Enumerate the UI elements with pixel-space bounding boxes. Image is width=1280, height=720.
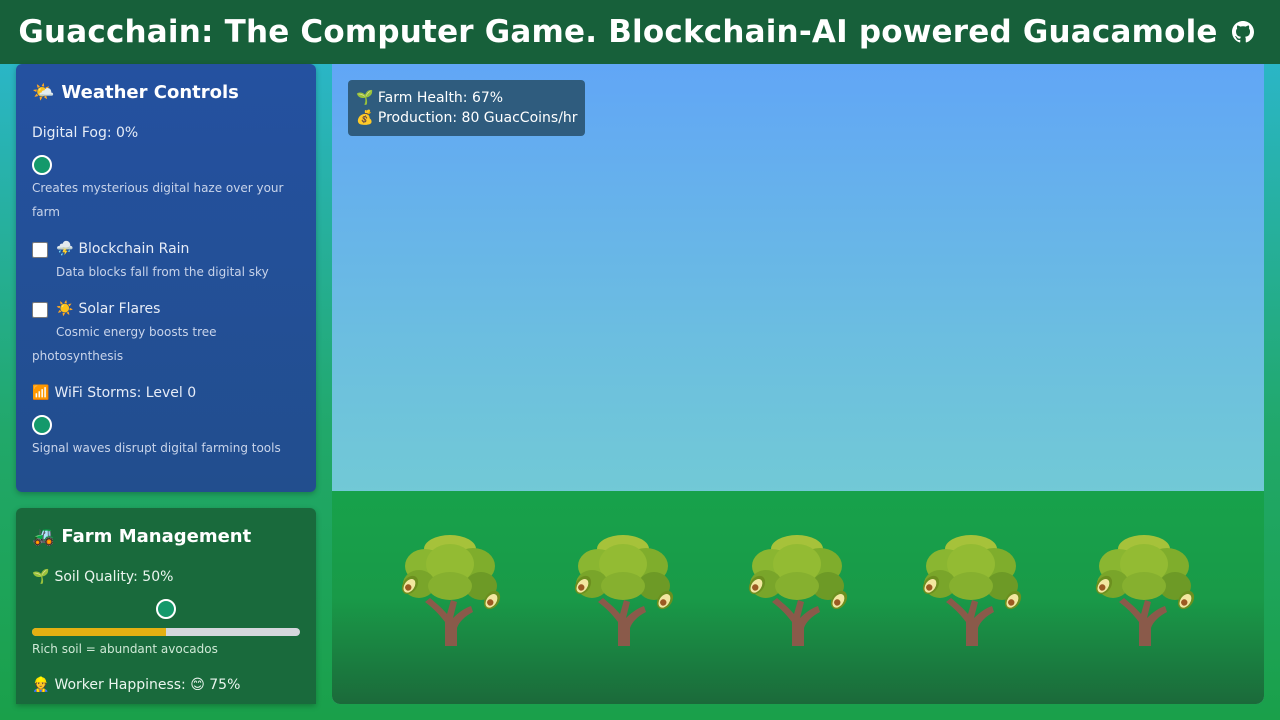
solar-flares-description-line1: Cosmic energy boosts tree <box>56 325 217 339</box>
signal-bars-icon: 📶 <box>32 385 50 401</box>
weather-controls-panel: 🌤️ Weather Controls Digital Fog: 0% Crea… <box>16 64 316 492</box>
worker-happiness-label: 👷 Worker Happiness: 😊 75% <box>32 677 241 693</box>
page-title: Guacchain: The Computer Game. Blockchain… <box>18 14 1218 50</box>
github-icon[interactable] <box>1232 21 1254 43</box>
farm-management-title: 🚜 Farm Management <box>32 526 252 547</box>
wifi-storms-label: 📶 WiFi Storms: Level 0 <box>32 385 197 401</box>
blockchain-rain-label[interactable]: ⛈️ Blockchain Rain <box>56 241 189 257</box>
storm-cloud-icon: ⛈️ <box>56 241 74 257</box>
wifi-storms-slider[interactable] <box>32 415 52 435</box>
seedling-icon: 🌱 <box>356 90 374 106</box>
wifi-storms-description: Signal waves disrupt digital farming too… <box>32 441 281 455</box>
avocado-tree[interactable] <box>1089 534 1199 649</box>
digital-fog-description: Creates mysterious digital haze over you… <box>32 181 284 219</box>
weather-controls-title: 🌤️ Weather Controls <box>32 82 239 103</box>
blockchain-rain-description: Data blocks fall from the digital sky <box>56 265 269 279</box>
tractor-icon: 🚜 <box>32 526 55 547</box>
production-stat: 💰 Production: 80 GuacCoins/hr <box>356 110 578 126</box>
avocado-tree[interactable] <box>568 534 678 649</box>
avocado-tree[interactable] <box>395 534 505 649</box>
soil-quality-bar <box>32 628 300 636</box>
sun-icon: ☀️ <box>56 301 74 317</box>
digital-fog-slider[interactable] <box>32 155 52 175</box>
avocado-tree[interactable] <box>916 534 1026 649</box>
money-bag-icon: 💰 <box>356 110 374 126</box>
farm-health-stat: 🌱 Farm Health: 67% <box>356 90 504 106</box>
blockchain-rain-checkbox[interactable] <box>32 242 48 258</box>
app-header: Guacchain: The Computer Game. Blockchain… <box>0 0 1280 64</box>
soil-quality-label: 🌱 Soil Quality: 50% <box>32 569 174 585</box>
solar-flares-label[interactable]: ☀️ Solar Flares <box>56 301 160 317</box>
farm-stats-overlay: 🌱 Farm Health: 67% 💰 Production: 80 Guac… <box>348 80 585 136</box>
solar-flares-checkbox[interactable] <box>32 302 48 318</box>
solar-flares-description-line2: photosynthesis <box>32 349 124 363</box>
digital-fog-label: Digital Fog: 0% <box>32 125 139 141</box>
farm-scene[interactable]: 🌱 Farm Health: 67% 💰 Production: 80 Guac… <box>332 64 1264 704</box>
farm-management-panel: 🚜 Farm Management 🌱 Soil Quality: 50% Ri… <box>16 508 316 704</box>
sun-behind-cloud-icon: 🌤️ <box>32 82 55 103</box>
avocado-tree[interactable] <box>742 534 852 649</box>
worker-icon: 👷 <box>32 677 50 693</box>
soil-quality-bar-fill <box>32 628 166 636</box>
seedling-icon: 🌱 <box>32 569 50 585</box>
soil-quality-description: Rich soil = abundant avocados <box>32 642 218 656</box>
soil-quality-slider[interactable] <box>156 599 176 619</box>
